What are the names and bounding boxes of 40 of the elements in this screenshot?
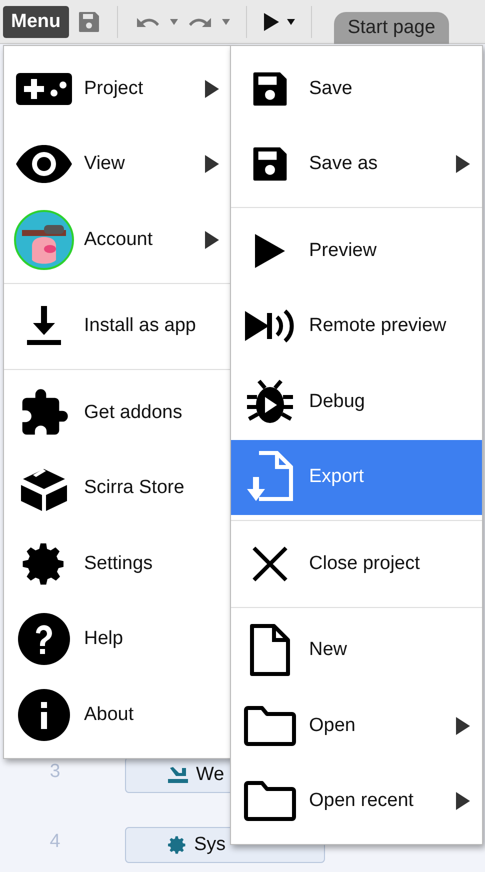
menu-item[interactable]: New [231,612,482,688]
menu-item[interactable]: Save [231,51,482,126]
help-icon [18,613,70,666]
settings-icon [166,834,188,856]
info-icon [18,688,70,741]
event-label: We [196,764,224,786]
start-page-tab[interactable]: Start page [334,12,450,44]
eye-icon [16,145,72,184]
menu-button[interactable]: Menu [3,6,69,38]
file-export-icon [247,451,293,504]
download-icon [25,306,63,346]
broadcast-icon [245,307,295,346]
menu-item[interactable]: Scirra Store [4,450,231,526]
menu-item[interactable]: Debug [231,364,482,440]
file-icon [249,624,291,676]
menu-item[interactable]: Close project [231,526,482,602]
folder-icon [244,706,296,746]
menu-item[interactable]: About [4,677,231,752]
gamepad-icon [16,72,72,105]
folder-icon [244,781,296,822]
caret-icon[interactable] [286,18,295,26]
row-number: 3 [48,760,62,783]
menu-item[interactable]: Settings [4,526,231,602]
menu-item[interactable]: Get addons [4,375,231,450]
play-icon [255,234,285,268]
menu-item[interactable]: View [4,126,231,202]
row-number: 4 [48,830,62,853]
play-icon[interactable] [262,12,279,30]
avatar-icon [14,210,74,270]
bug-icon [245,378,295,425]
menu-item[interactable]: Install as app [4,288,231,364]
event-label: Sys [194,834,226,856]
menu-item[interactable]: Save as [231,126,482,202]
close-icon [252,546,288,582]
menu-item[interactable]: Remote preview [231,288,482,364]
menu-item[interactable]: Project [4,51,231,126]
menu-item[interactable]: Preview [231,213,482,288]
menu-item[interactable]: Account [4,202,231,278]
menu-item[interactable]: Help [4,602,231,677]
menu-item[interactable]: Export [231,440,482,515]
